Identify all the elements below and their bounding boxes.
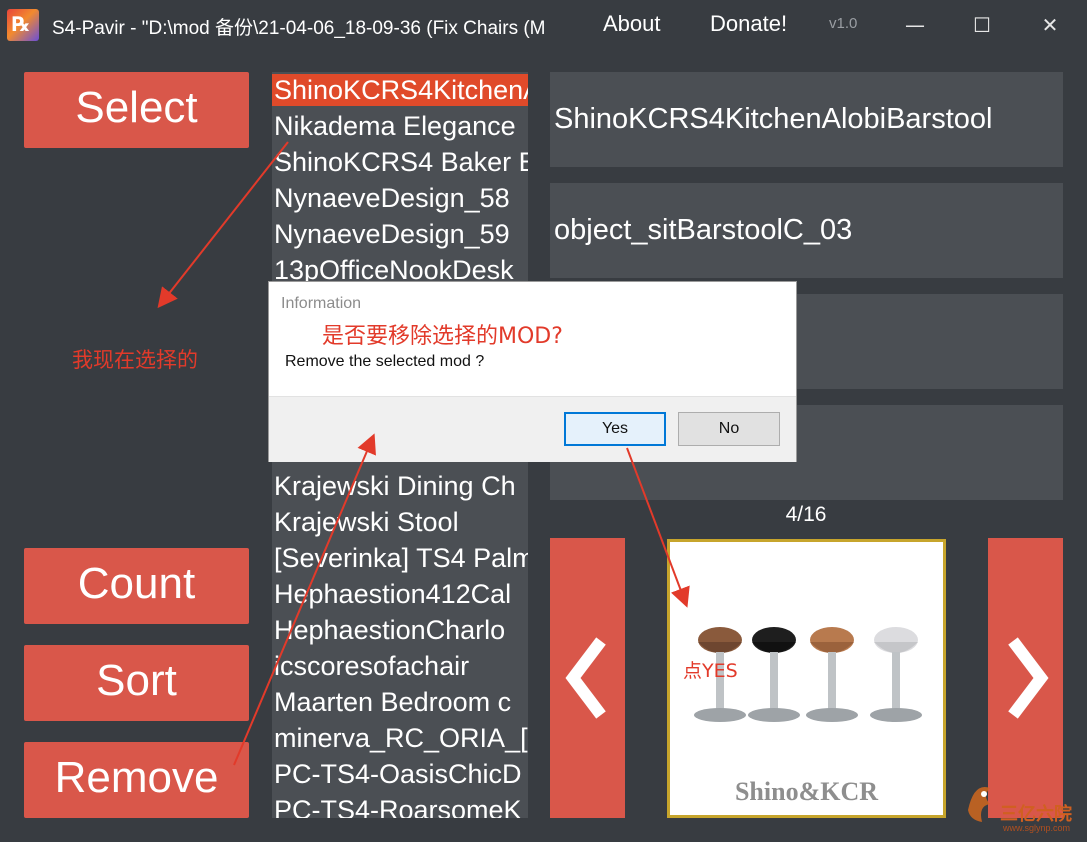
version-label: v1.0	[829, 15, 858, 32]
list-item[interactable]: icscoresofachair	[272, 648, 528, 684]
list-item[interactable]: Maarten Bedroom c	[272, 684, 528, 720]
list-item[interactable]: PC-TS4-OasisChicD	[272, 756, 528, 792]
chevron-right-icon	[1007, 637, 1049, 719]
app-logo-icon: ℞	[7, 9, 39, 41]
count-button[interactable]: Count	[24, 548, 249, 624]
list-item[interactable]: HephaestionCharlo	[272, 612, 528, 648]
image-watermark: Shino&KCR	[734, 777, 879, 806]
list-item[interactable]: NynaeveDesign_58	[272, 180, 528, 216]
minimize-icon[interactable]: —	[895, 8, 935, 42]
confirm-dialog: Information Remove the selected mod ? Ye…	[268, 281, 797, 462]
dialog-title: Information	[281, 295, 362, 312]
select-button[interactable]: Select	[24, 72, 249, 148]
annotation-selecting: 我现在选择的	[72, 348, 198, 372]
page-counter: 4/16	[785, 503, 827, 526]
list-item[interactable]: PC-TS4-RoarsomeK	[272, 792, 528, 818]
list-item[interactable]: minerva_RC_ORIA_[	[272, 720, 528, 756]
donate-menu[interactable]: Donate!	[710, 11, 787, 37]
list-item[interactable]: Nikadema Elegance	[272, 108, 528, 144]
chevron-left-icon	[564, 637, 606, 719]
list-item-selected[interactable]: ShinoKCRS4KitchenAlobiBarstool	[272, 74, 528, 106]
no-button[interactable]: No	[678, 412, 780, 446]
list-item[interactable]: Hephaestion412Cal	[272, 576, 528, 612]
remove-button[interactable]: Remove	[24, 742, 249, 818]
mod-name-field[interactable]: ShinoKCRS4KitchenAlobiBarstool	[550, 72, 1063, 167]
list-item[interactable]: Krajewski Stool	[272, 504, 528, 540]
list-item[interactable]: [Severinka] TS4 Palm	[272, 540, 528, 576]
prev-button[interactable]	[550, 538, 625, 818]
list-item[interactable]: NynaeveDesign_59	[272, 216, 528, 252]
dialog-message: Remove the selected mod ?	[285, 353, 485, 370]
yes-button[interactable]: Yes	[564, 412, 666, 446]
annotation-click-yes: 点YES	[683, 660, 738, 682]
title-bar: ℞ S4-Pavir - "D:\mod 备份\21-04-06_18-09-3…	[0, 0, 1087, 52]
close-icon[interactable]: ✕	[1030, 8, 1070, 42]
annotation-confirm: 是否要移除选择的MOD?	[322, 324, 563, 349]
window-title: S4-Pavir - "D:\mod 备份\21-04-06_18-09-36 …	[52, 18, 546, 39]
object-name-field[interactable]: object_sitBarstoolC_03	[550, 183, 1063, 278]
maximize-icon[interactable]: ☐	[962, 8, 1002, 42]
dialog-footer: Yes No	[269, 396, 796, 462]
site-url: www.sglynp.com	[1003, 823, 1071, 833]
list-item[interactable]: ShinoKCRS4 Baker B	[272, 144, 528, 180]
about-menu[interactable]: About	[603, 11, 661, 37]
sort-button[interactable]: Sort	[24, 645, 249, 721]
list-item[interactable]: Krajewski Dining Ch	[272, 468, 528, 504]
